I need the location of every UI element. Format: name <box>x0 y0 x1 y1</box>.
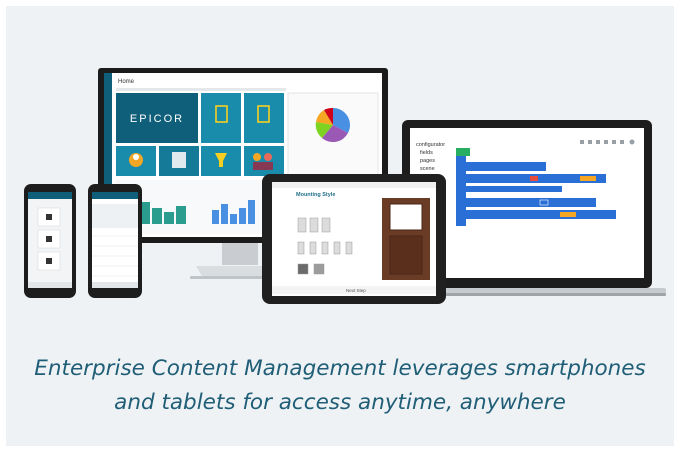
epicor-logo: EPICOR <box>130 113 184 125</box>
svg-text:fields: fields <box>420 150 433 156</box>
svg-text:pages: pages <box>420 158 435 164</box>
svg-text:scene: scene <box>420 166 435 172</box>
svg-text:configurator: configurator <box>416 142 445 148</box>
tablet-heading: Mounting Style <box>296 192 335 198</box>
figure-caption: Enterprise Content Management leverages … <box>6 352 674 420</box>
caption-line-2: and tablets for access anytime, anywhere <box>114 390 566 415</box>
tablet: Mounting Style Next Step <box>262 174 446 304</box>
map-icon <box>172 152 186 168</box>
team-icon <box>253 153 261 161</box>
window-title: Home <box>118 79 135 85</box>
smartphone-right <box>88 184 142 298</box>
devices-illustration: Home EPICOR configurator fields pages sc… <box>24 68 666 304</box>
smartphone-left <box>24 184 76 298</box>
caption-line-1: Enterprise Content Management leverages … <box>34 356 646 381</box>
pie-chart <box>315 107 350 143</box>
next-step-button[interactable]: Next Step <box>346 288 366 293</box>
